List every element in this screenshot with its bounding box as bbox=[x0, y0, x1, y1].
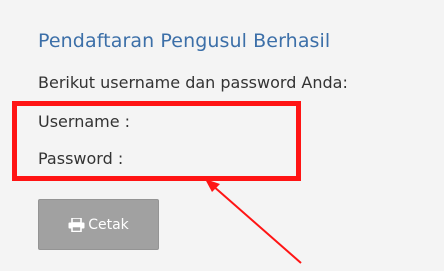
registration-success-panel: Pendaftaran Pengusul Berhasil Berikut us… bbox=[0, 0, 444, 271]
intro-text: Berikut username dan password Anda: bbox=[38, 73, 348, 92]
print-button[interactable]: Cetak bbox=[38, 199, 159, 250]
print-button-label: Cetak bbox=[88, 216, 129, 233]
page-title: Pendaftaran Pengusul Berhasil bbox=[38, 30, 331, 52]
highlight-box bbox=[12, 101, 301, 181]
printer-icon bbox=[68, 217, 85, 232]
